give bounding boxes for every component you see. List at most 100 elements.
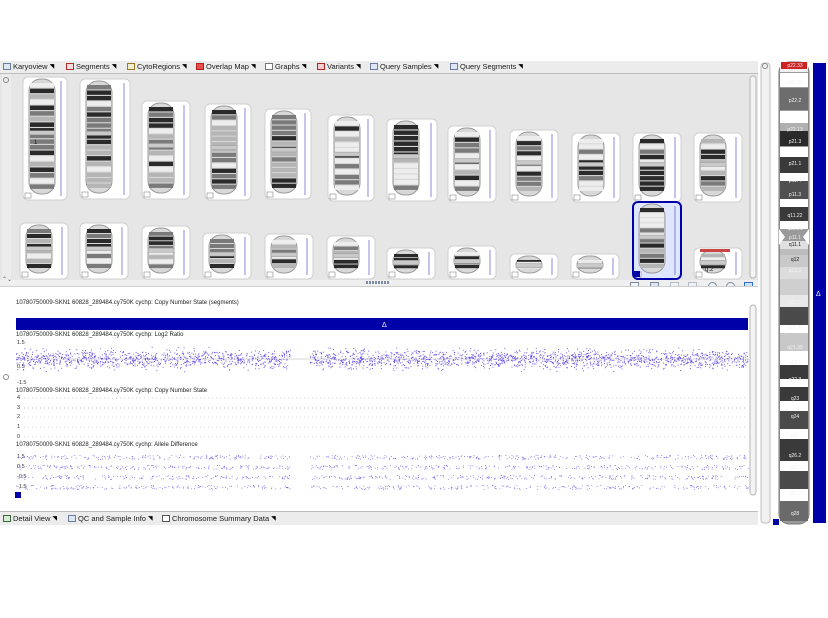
chromosome-tile bbox=[264, 233, 314, 280]
chromosome-tile bbox=[570, 253, 620, 280]
band-label: p22.13 bbox=[787, 127, 803, 133]
collapse-arrows-icon[interactable]: ⌃⌄ bbox=[2, 276, 12, 283]
tab-variants[interactable]: Variants ◥ bbox=[317, 61, 361, 73]
selected-chromosome-label: q.2 bbox=[705, 267, 714, 273]
band-label: q21.1 bbox=[788, 300, 802, 306]
dropdown-arrow-icon[interactable]: ◥ bbox=[434, 61, 439, 73]
red-mark bbox=[700, 249, 730, 252]
band-label: q13.21 bbox=[787, 226, 803, 232]
tab-graphs[interactable]: Graphs ◥ bbox=[265, 61, 306, 73]
band-label: p11.4 bbox=[788, 178, 802, 184]
cytoregions-icon bbox=[127, 63, 135, 70]
tab-label: Chromosome Summary Data bbox=[172, 514, 270, 523]
track-close-icon bbox=[15, 492, 21, 498]
ideogram-band bbox=[780, 111, 808, 123]
tab-cytoregions[interactable]: CytoRegions ◥ bbox=[127, 61, 187, 73]
chromosome-tile bbox=[204, 103, 252, 201]
tab-chromosome-summary[interactable]: Chromosome Summary Data ◥ bbox=[162, 513, 276, 525]
ideogram-band bbox=[780, 307, 808, 325]
ideogram-band bbox=[780, 279, 808, 295]
band-label: q26.3 bbox=[788, 465, 802, 471]
dropdown-arrow-icon[interactable]: ◥ bbox=[271, 513, 276, 525]
ideogram-scrollbar bbox=[760, 62, 771, 524]
ideogram-band bbox=[780, 147, 808, 157]
bottom-tab-bar: Detail View ◥ QC and Sample Info ◥ Chromos… bbox=[0, 511, 758, 525]
tab-label: QC and Sample Info bbox=[78, 514, 146, 523]
dropdown-arrow-icon[interactable]: ◥ bbox=[251, 61, 256, 73]
chromosome-tile bbox=[22, 76, 68, 201]
top-tab-bar: Karyoview ◥ Segments ◥ CytoRegions ◥ Overla… bbox=[0, 61, 758, 74]
karyoview-icon bbox=[3, 63, 11, 70]
chromosome-tile bbox=[447, 125, 497, 203]
dropdown-arrow-icon[interactable]: ◥ bbox=[52, 513, 57, 525]
chromosome-tile bbox=[386, 247, 436, 280]
overlap-map-icon bbox=[196, 63, 204, 70]
karyo-scrollbar bbox=[749, 75, 757, 279]
dropdown-arrow-icon[interactable]: ◥ bbox=[302, 61, 307, 73]
tab-query-segments[interactable]: Query Segments ◥ bbox=[450, 61, 523, 73]
tab-detail-view[interactable]: Detail View ◥ bbox=[3, 513, 57, 525]
chromosome-tile bbox=[79, 222, 129, 280]
band-label: q22.3 bbox=[788, 377, 802, 383]
band-label: p21.3 bbox=[788, 139, 802, 145]
splitter-grip-icon[interactable] bbox=[366, 281, 390, 284]
detail-view-icon bbox=[3, 515, 11, 522]
band-label: q11.22 bbox=[787, 213, 803, 219]
segment-track-title: 10780750009-SKN1 60828_289484.cy750K cyc… bbox=[16, 300, 239, 306]
cn-tick-label: 0 bbox=[17, 434, 20, 440]
band-label: q22.1 bbox=[788, 360, 802, 366]
tab-label: Karyoview bbox=[13, 62, 48, 71]
band-label: q23 bbox=[790, 396, 800, 402]
tab-label: Variants bbox=[327, 62, 354, 71]
tab-segments[interactable]: Segments ◥ bbox=[66, 61, 116, 73]
band-label: q26.2 bbox=[788, 453, 802, 459]
band-label: q12 bbox=[790, 257, 800, 263]
detail-view-panel: Δ 1.5 0.5 -1.5 4 3 2 1 0 1.5 0.5 -0.5 -1.5 107807500… bbox=[0, 286, 758, 508]
band-label: p11.1 bbox=[788, 235, 802, 241]
detail-tracks: Δ1.50.5-1.5432101.50.5-0.5-1.5 bbox=[0, 287, 758, 508]
tab-label: CytoRegions bbox=[137, 62, 180, 71]
graphs-icon bbox=[265, 63, 273, 70]
dropdown-arrow-icon[interactable]: ◥ bbox=[518, 61, 523, 73]
cn-track-title: 10780750009-SKN1 60828_289484.cy750K cyc… bbox=[16, 388, 208, 394]
band-label: p21.1 bbox=[788, 161, 802, 167]
allele-tick-label: 1.5 bbox=[17, 454, 25, 460]
dropdown-arrow-icon[interactable]: ◥ bbox=[356, 61, 361, 73]
chromosome-1-label: 1 bbox=[34, 140, 38, 146]
cn-tick-label: 3 bbox=[17, 405, 20, 411]
segment-marker: Δ bbox=[382, 322, 387, 329]
chromosome-tile bbox=[571, 132, 621, 203]
ideogram-band bbox=[780, 199, 808, 207]
chromosome-summary-icon bbox=[162, 515, 170, 522]
band-label: q28 bbox=[790, 511, 800, 517]
band-label: q13.1 bbox=[788, 268, 802, 274]
chromosome-tile bbox=[326, 235, 376, 280]
selection-marker: Δ bbox=[816, 291, 821, 298]
tab-qc-sample-info[interactable]: QC and Sample Info ◥ bbox=[68, 513, 153, 525]
detail-scrollbar bbox=[749, 304, 757, 496]
ideogram-close-icon bbox=[773, 519, 779, 525]
log2-track-title: 10780750009-SKN1 60828_289484.cy750K cyc… bbox=[16, 332, 184, 338]
tab-label: Query Segments bbox=[460, 62, 517, 71]
chromosome-tile bbox=[447, 245, 497, 280]
qc-info-icon bbox=[68, 515, 76, 522]
chromosome-tile bbox=[509, 253, 559, 280]
chromosome-tile bbox=[327, 114, 375, 202]
tab-query-samples[interactable]: Query Samples ◥ bbox=[370, 61, 438, 73]
chromosome-tile bbox=[509, 129, 559, 203]
cn-tick-label: 4 bbox=[17, 395, 20, 401]
chromosome-tile bbox=[632, 201, 682, 280]
dropdown-arrow-icon[interactable]: ◥ bbox=[112, 61, 117, 73]
band-label: q21.33 bbox=[787, 345, 803, 351]
dropdown-arrow-icon[interactable]: ◥ bbox=[148, 513, 153, 525]
chromosome-tile bbox=[141, 225, 191, 280]
tab-label: Segments bbox=[76, 62, 110, 71]
query-segments-icon bbox=[450, 63, 458, 70]
dropdown-arrow-icon[interactable]: ◥ bbox=[50, 61, 55, 73]
tab-overlap-map[interactable]: Overlap Map ◥ bbox=[196, 61, 256, 73]
band-label: q27.3 bbox=[788, 491, 802, 497]
variants-icon bbox=[317, 63, 325, 70]
tab-karyoview[interactable]: Karyoview ◥ bbox=[3, 61, 54, 73]
dropdown-arrow-icon[interactable]: ◥ bbox=[182, 61, 187, 73]
chromosome-tile bbox=[632, 132, 682, 203]
